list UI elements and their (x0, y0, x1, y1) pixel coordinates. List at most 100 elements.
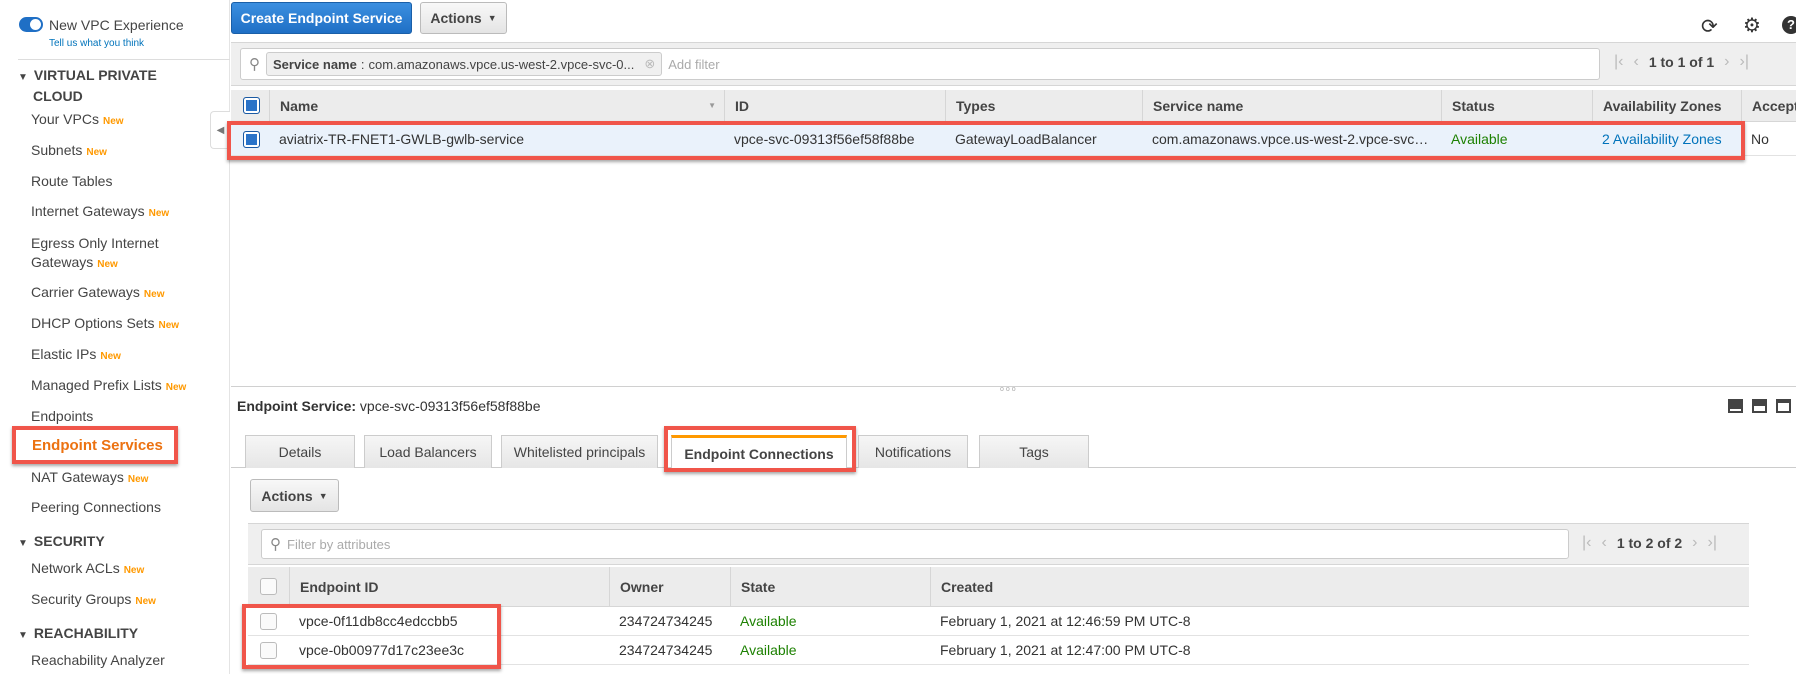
token-key: Service name (273, 56, 357, 72)
sidebar-item-elastic-ips[interactable]: Elastic IPs New (31, 346, 121, 362)
detail-title: Endpoint Service: vpce-svc-09313f56ef58f… (237, 398, 541, 414)
detail-value: vpce-svc-09313f56ef58f88be (359, 398, 541, 414)
sidebar-item-peering-connections[interactable]: Peering Connections (31, 499, 161, 515)
sidebar: New VPC Experience Tell us what you thin… (0, 0, 230, 674)
select-all-checkbox[interactable] (231, 90, 269, 121)
sidebar-item-subnets[interactable]: Subnets New (31, 142, 107, 158)
cell-created: February 1, 2021 at 12:46:59 PM UTC-8 (940, 613, 1191, 629)
service-search-input[interactable]: ⚲ Service name: com.amazonaws.vpce.us-wes… (240, 48, 1600, 80)
tab-details[interactable]: Details (245, 435, 355, 468)
cell-owner: 234724734245 (619, 613, 713, 629)
prev-page-icon[interactable]: ‹ (1633, 53, 1638, 71)
col-owner[interactable]: Owner (609, 567, 730, 606)
col-state[interactable]: State (730, 567, 930, 606)
layout-split-icon[interactable] (1752, 399, 1767, 413)
tab-tags[interactable]: Tags (979, 435, 1089, 468)
item-label: Carrier Gateways (31, 284, 140, 300)
next-page-icon[interactable]: › (1724, 53, 1729, 71)
last-page-icon[interactable]: ›| (1708, 534, 1717, 552)
cell-accept: No (1741, 123, 1796, 155)
item-label: Network ACLs (31, 560, 120, 576)
col-service-name[interactable]: Service name (1142, 90, 1441, 121)
sidebar-item-carrier-gateways[interactable]: Carrier Gateways New (31, 284, 164, 300)
cell-state: Available (740, 613, 797, 629)
detail-actions-button[interactable]: Actions ▼ (250, 479, 339, 512)
section-reachability[interactable]: ▼ REACHABILITY (18, 624, 138, 645)
sidebar-item-your-vpcs[interactable]: Your VPCs New (31, 111, 124, 127)
sidebar-item-endpoints[interactable]: Endpoints (31, 408, 93, 424)
item-label: Your VPCs (31, 111, 99, 127)
item-label: Elastic IPs (31, 346, 97, 362)
services-table-header: Name ▼ ID Types Service name Status Avail… (231, 90, 1796, 122)
tab-notifications[interactable]: Notifications (858, 435, 968, 468)
col-status[interactable]: Status (1441, 90, 1592, 121)
layout-bottom-icon[interactable] (1728, 399, 1743, 413)
services-pager: |‹ ‹ 1 to 1 of 1 › ›| (1614, 53, 1749, 71)
actions-button[interactable]: Actions ▼ (420, 2, 507, 34)
checkbox[interactable] (260, 578, 277, 595)
next-page-icon[interactable]: › (1692, 534, 1697, 552)
token-separator: : (360, 56, 365, 72)
create-endpoint-service-button[interactable]: Create Endpoint Service (231, 2, 412, 34)
sidebar-item-network-acls[interactable]: Network ACLs New (31, 560, 144, 576)
col-created[interactable]: Created (930, 567, 1749, 606)
new-badge: New (123, 565, 145, 576)
first-page-icon[interactable]: |‹ (1614, 53, 1623, 71)
item-label: Gateways (31, 254, 94, 270)
sidebar-item-internet-gateways[interactable]: Internet Gateways New (31, 203, 169, 219)
collapse-triangle-icon: ▼ (18, 538, 28, 549)
item-label: Egress Only Internet (31, 235, 159, 251)
col-endpoint-id[interactable]: Endpoint ID (289, 567, 609, 606)
help-icon[interactable]: ? (1782, 16, 1796, 34)
new-badge: New (148, 208, 170, 219)
collapse-triangle-icon: ▼ (18, 630, 28, 641)
remove-token-icon[interactable]: ⊗ (644, 56, 655, 72)
col-id[interactable]: ID (724, 90, 945, 121)
filter-token[interactable]: Service name: com.amazonaws.vpce.us-west-… (266, 52, 663, 76)
col-types[interactable]: Types (945, 90, 1142, 121)
layout-full-icon[interactable] (1776, 399, 1791, 413)
column-label: Name (280, 97, 319, 114)
caret-left-icon: ◀ (216, 124, 225, 136)
item-label: Route Tables (31, 173, 113, 189)
sidebar-item-reachability-analyzer[interactable]: Reachability Analyzer (31, 652, 165, 668)
first-page-icon[interactable]: |‹ (1582, 534, 1591, 552)
prev-page-icon[interactable]: ‹ (1601, 534, 1606, 552)
detail-label: Endpoint Service: (237, 398, 357, 414)
item-label: Managed Prefix Lists (31, 377, 162, 393)
sidebar-item-security-groups[interactable]: Security Groups New (31, 591, 156, 607)
sidebar-item-managed-prefix-lists[interactable]: Managed Prefix Lists New (31, 377, 186, 393)
item-label: NAT Gateways (31, 469, 124, 485)
cell-created: February 1, 2021 at 12:47:00 PM UTC-8 (940, 642, 1191, 658)
item-label: Security Groups (31, 591, 132, 607)
drag-handle-icon[interactable]: ooo (1000, 386, 1018, 393)
pager-text: 1 to 2 of 2 (1616, 535, 1683, 551)
actions-label: Actions (261, 487, 313, 504)
collapse-triangle-icon: ▼ (18, 72, 28, 83)
chevron-down-icon: ▼ (487, 13, 497, 23)
sidebar-item-nat-gateways[interactable]: NAT Gateways New (31, 469, 148, 485)
actions-label: Actions (430, 10, 482, 26)
filter-by-attributes-input[interactable]: ⚲ Filter by attributes (261, 529, 1569, 559)
checkbox[interactable] (243, 97, 260, 114)
sidebar-item-dhcp-options[interactable]: DHCP Options Sets New (31, 315, 179, 331)
sidebar-item-egress-only-gateways[interactable]: Egress Only Internet Gateways New (31, 234, 159, 274)
sort-icon[interactable]: ▼ (708, 101, 716, 110)
sidebar-item-route-tables[interactable]: Route Tables (31, 173, 112, 189)
feedback-link[interactable]: Tell us what you think (49, 38, 144, 49)
section-title: SECURITY (33, 533, 105, 549)
select-all-checkbox[interactable] (248, 567, 289, 606)
col-accept[interactable]: Accept (1741, 90, 1796, 121)
refresh-icon[interactable]: ⟳ (1701, 14, 1718, 39)
new-vpc-toggle[interactable] (19, 17, 43, 32)
col-name[interactable]: Name ▼ (269, 90, 724, 121)
tab-load-balancers[interactable]: Load Balancers (364, 435, 492, 468)
section-vpc[interactable]: ▼ VIRTUAL PRIVATE CLOUD (18, 66, 157, 105)
tab-whitelisted-principals[interactable]: Whitelisted principals (501, 435, 658, 468)
gear-icon[interactable]: ⚙ (1743, 13, 1761, 38)
search-icon: ⚲ (249, 56, 260, 73)
col-availability-zones[interactable]: Availability Zones (1592, 90, 1741, 121)
section-security[interactable]: ▼ SECURITY (18, 532, 105, 553)
last-page-icon[interactable]: ›| (1740, 53, 1749, 71)
new-badge: New (135, 596, 156, 607)
